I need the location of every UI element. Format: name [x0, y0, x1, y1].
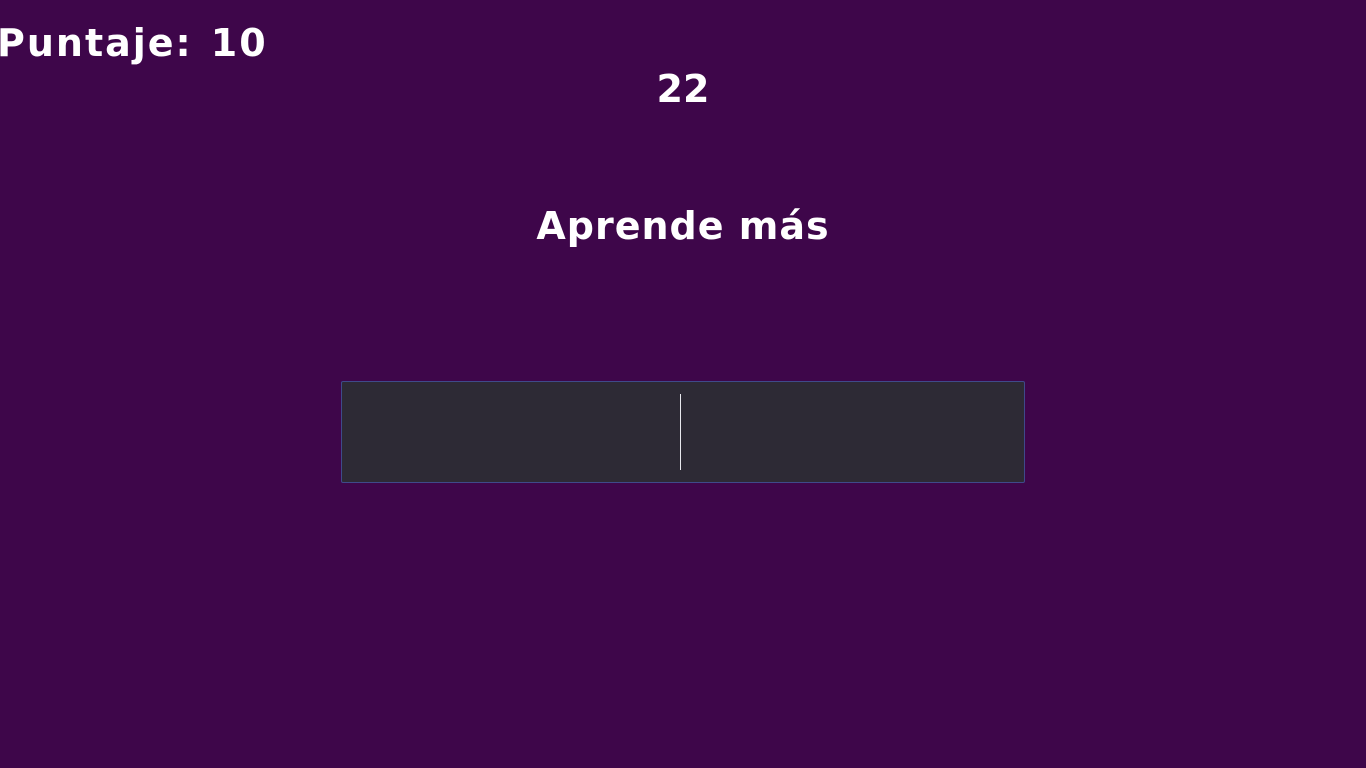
score-label: Puntaje:	[0, 21, 193, 65]
score-value: 10	[210, 21, 268, 65]
countdown-timer: 22	[656, 67, 710, 111]
answer-field[interactable]	[341, 381, 1025, 483]
word-prompt: Aprende más	[536, 204, 830, 248]
game-screen: Puntaje: 10 22 Aprende más	[0, 0, 1366, 768]
text-caret	[680, 394, 681, 470]
answer-input[interactable]	[342, 382, 1024, 482]
score-display: Puntaje: 10	[0, 24, 268, 62]
